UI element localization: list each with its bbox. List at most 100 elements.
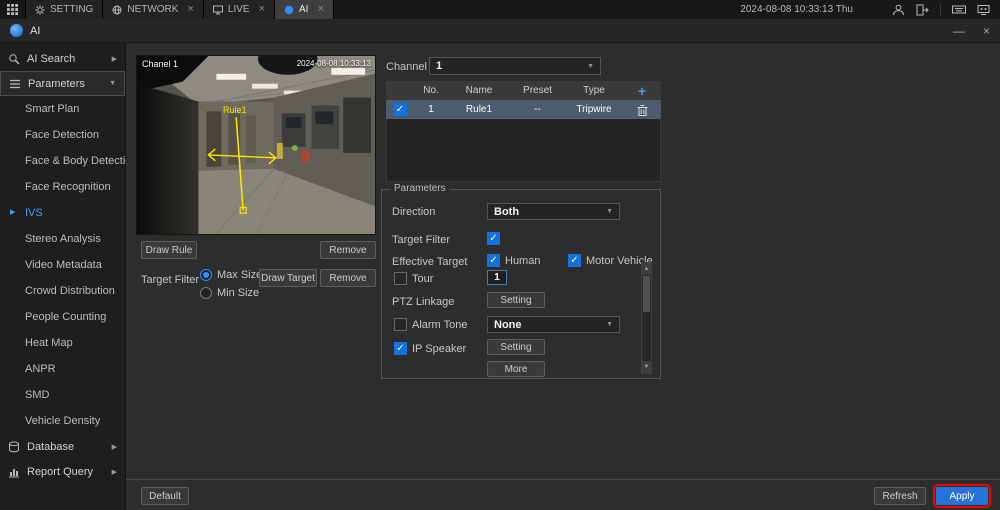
alarm-tone-select[interactable]: None ▼: [487, 316, 620, 333]
target-filter-checkbox[interactable]: ✓: [487, 232, 500, 245]
checkbox-icon[interactable]: [394, 272, 407, 285]
sidebar-item-smart-plan[interactable]: Smart Plan: [0, 96, 125, 122]
sidebar-section-parameters[interactable]: Parameters ▼: [0, 71, 125, 96]
parameters-groupbox: Parameters Direction Both ▼ Target Filte…: [381, 183, 661, 379]
add-rule-button[interactable]: +: [638, 84, 646, 98]
delete-rule-icon[interactable]: [623, 104, 661, 116]
video-preview[interactable]: Chanel 1 2024-08-08 10:33:13 Rule1: [136, 55, 376, 235]
scrollbar[interactable]: ▲ ▼: [641, 262, 652, 374]
sidebar-item-vehicle-density[interactable]: Vehicle Density: [0, 408, 125, 434]
ip-speaker-setting-button[interactable]: Setting: [487, 339, 545, 355]
table-header-row: No. Name Preset Type +: [386, 81, 661, 100]
human-checkbox[interactable]: ✓ Human: [487, 254, 540, 267]
checkbox-label: Human: [505, 254, 541, 267]
motor-vehicle-checkbox[interactable]: ✓ Motor Vehicle: [568, 254, 653, 267]
column-header-no: No.: [423, 85, 439, 96]
radio-label: Min Size: [217, 287, 260, 299]
draw-rule-button[interactable]: Draw Rule: [141, 241, 197, 259]
sidebar-item-anpr[interactable]: ANPR: [0, 356, 125, 382]
select-value: 1: [436, 60, 443, 72]
close-tab-icon[interactable]: ×: [259, 4, 265, 15]
chevron-right-icon: ▶: [10, 209, 16, 216]
cell-name: Rule1: [465, 104, 493, 115]
report-chart-icon: [8, 466, 20, 478]
topbar-right: 2024-08-08 10:33:13 Thu: [740, 0, 1000, 19]
radio-selected-icon[interactable]: [200, 269, 212, 281]
direction-select[interactable]: Both ▼: [487, 203, 620, 220]
max-size-radio[interactable]: Max Size: [200, 269, 262, 281]
ptz-linkage-label: PTZ Linkage: [392, 296, 455, 308]
apps-grid-icon[interactable]: [0, 0, 26, 19]
more-button[interactable]: More: [487, 361, 545, 377]
chevron-right-icon: ▶: [111, 55, 117, 63]
database-icon: [8, 441, 20, 453]
scrollbar-thumb[interactable]: [643, 276, 650, 312]
logout-icon[interactable]: [916, 4, 929, 16]
sidebar-item-label: IVS: [25, 207, 43, 219]
sidebar-item-face-body-detection[interactable]: Face & Body Detection: [0, 148, 138, 174]
tab-ai[interactable]: AI ×: [275, 0, 334, 19]
default-button[interactable]: Default: [141, 487, 189, 505]
sidebar-item-face-recognition[interactable]: Face Recognition: [0, 174, 125, 200]
scroll-up-icon[interactable]: ▲: [642, 263, 651, 275]
tour-checkbox[interactable]: Tour: [394, 272, 433, 285]
refresh-button[interactable]: Refresh: [874, 487, 926, 505]
cell-no: 1: [428, 104, 434, 115]
sidebar-item-people-counting[interactable]: People Counting: [0, 304, 125, 330]
minimize-icon[interactable]: —: [953, 25, 965, 37]
draw-target-button[interactable]: Draw Target: [259, 269, 317, 287]
channel-label: Channel: [386, 61, 427, 73]
column-header-type: Type: [583, 85, 605, 96]
checkbox-icon[interactable]: ✓: [568, 254, 581, 267]
select-value: Both: [494, 205, 520, 218]
sidebar-section-database[interactable]: Database ▶: [0, 434, 125, 459]
chevron-right-icon: ▶: [111, 443, 117, 451]
sidebar-item-video-metadata[interactable]: Video Metadata: [0, 252, 125, 278]
tab-live[interactable]: LIVE ×: [203, 0, 276, 19]
scroll-down-icon[interactable]: ▼: [642, 361, 651, 373]
alarm-tone-checkbox[interactable]: Alarm Tone: [394, 318, 467, 331]
checkbox-label: Alarm Tone: [412, 318, 468, 331]
section-label: Parameters: [28, 77, 85, 90]
gear-icon: [35, 4, 45, 15]
sidebar-section-ai-search[interactable]: AI Search ▶: [0, 46, 125, 71]
channel-select[interactable]: 1 ▼: [429, 57, 601, 75]
sidebar-item-stereo-analysis[interactable]: Stereo Analysis: [0, 226, 125, 252]
tab-setting[interactable]: SETTING: [26, 0, 104, 19]
remove-rule-button[interactable]: Remove: [320, 241, 376, 259]
checkbox-icon[interactable]: ✓: [394, 342, 407, 355]
sidebar-item-ivs[interactable]: ▶ IVS: [0, 200, 125, 226]
tab-label: SETTING: [50, 4, 94, 15]
ai-icon: [284, 5, 294, 15]
close-icon[interactable]: ×: [983, 25, 990, 37]
checkbox-icon[interactable]: ✓: [487, 254, 500, 267]
tab-label: LIVE: [227, 4, 250, 15]
tour-input[interactable]: 1: [487, 270, 507, 285]
list-icon: [9, 78, 21, 90]
keyboard-icon[interactable]: [952, 4, 966, 15]
close-tab-icon[interactable]: ×: [187, 4, 193, 15]
assistant-icon[interactable]: [977, 4, 990, 16]
sidebar-section-report-query[interactable]: Report Query ▶: [0, 459, 125, 484]
sidebar-item-heat-map[interactable]: Heat Map: [0, 330, 125, 356]
section-label: AI Search: [27, 52, 76, 65]
close-tab-icon[interactable]: ×: [317, 4, 323, 15]
sidebar-item-crowd-distribution[interactable]: Crowd Distribution: [0, 278, 125, 304]
sidebar-item-smd[interactable]: SMD: [0, 382, 125, 408]
ip-speaker-checkbox[interactable]: ✓ IP Speaker: [394, 342, 466, 355]
row-checkbox[interactable]: ✓: [393, 103, 407, 116]
min-size-radio[interactable]: Min Size: [200, 287, 259, 299]
remove-target-button[interactable]: Remove: [320, 269, 376, 287]
effective-target-label: Effective Target: [392, 256, 468, 268]
section-label: Report Query: [27, 465, 94, 478]
apply-button[interactable]: Apply: [933, 484, 991, 508]
tab-network[interactable]: NETWORK ×: [103, 0, 204, 19]
user-icon[interactable]: [892, 4, 905, 16]
checkbox-icon[interactable]: [394, 318, 407, 331]
radio-unselected-icon[interactable]: [200, 287, 212, 299]
ptz-setting-button[interactable]: Setting: [487, 292, 545, 308]
sidebar-item-face-detection[interactable]: Face Detection: [0, 122, 125, 148]
select-value: None: [494, 318, 522, 331]
table-row[interactable]: ✓ 1 Rule1 -- Tripwire: [386, 100, 661, 119]
cell-type: Tripwire: [576, 104, 612, 115]
